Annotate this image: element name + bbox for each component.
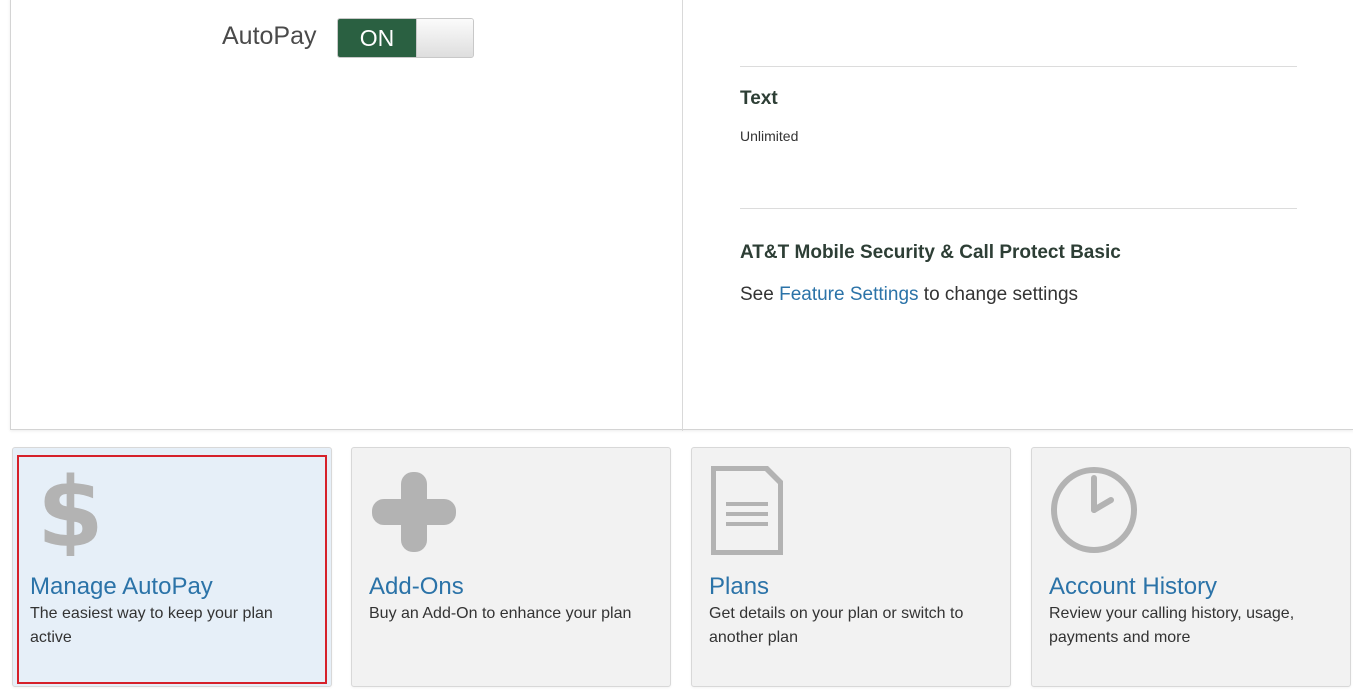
card-manage-autopay[interactable]: $ Manage AutoPay The easiest way to keep… (12, 447, 332, 687)
section-divider (740, 208, 1297, 209)
card-title: Add-Ons (369, 573, 464, 600)
toggle-on-label: ON (338, 19, 416, 57)
document-icon (711, 466, 783, 555)
card-description: Get details on your plan or switch to an… (709, 605, 964, 646)
section-divider (740, 66, 1297, 67)
feature-title-security: AT&T Mobile Security & Call Protect Basi… (740, 242, 1121, 263)
feature-value-text: Unlimited (740, 128, 799, 144)
card-title: Account History (1049, 573, 1218, 600)
card-description: Review your calling history, usage, paym… (1049, 605, 1295, 646)
autopay-label: AutoPay (222, 22, 317, 50)
card-title: Manage AutoPay (30, 573, 213, 600)
feature-settings-prefix: See (740, 284, 780, 305)
feature-settings-link[interactable]: Feature Settings (779, 284, 918, 305)
card-description: The easiest way to keep your plan active (30, 605, 273, 646)
card-plans[interactable]: Plans Get details on your plan or switch… (691, 447, 1011, 687)
feature-title-text: Text (740, 88, 778, 109)
svg-text:$: $ (37, 464, 104, 556)
plus-icon (372, 472, 456, 552)
toggle-knob[interactable] (416, 19, 473, 57)
dollar-icon: $ (37, 464, 104, 556)
card-add-ons[interactable]: Add-Ons Buy an Add-On to enhance your pl… (351, 447, 671, 687)
clock-icon (1051, 467, 1137, 553)
autopay-toggle[interactable]: ON (337, 18, 474, 58)
panel-divider (682, 0, 683, 431)
feature-settings-line: See Feature Settings to change settings (740, 284, 1078, 306)
card-title: Plans (709, 573, 770, 600)
card-description: Buy an Add-On to enhance your plan (369, 605, 632, 622)
feature-settings-suffix: to change settings (918, 284, 1079, 305)
card-account-history[interactable]: Account History Review your calling hist… (1031, 447, 1351, 687)
